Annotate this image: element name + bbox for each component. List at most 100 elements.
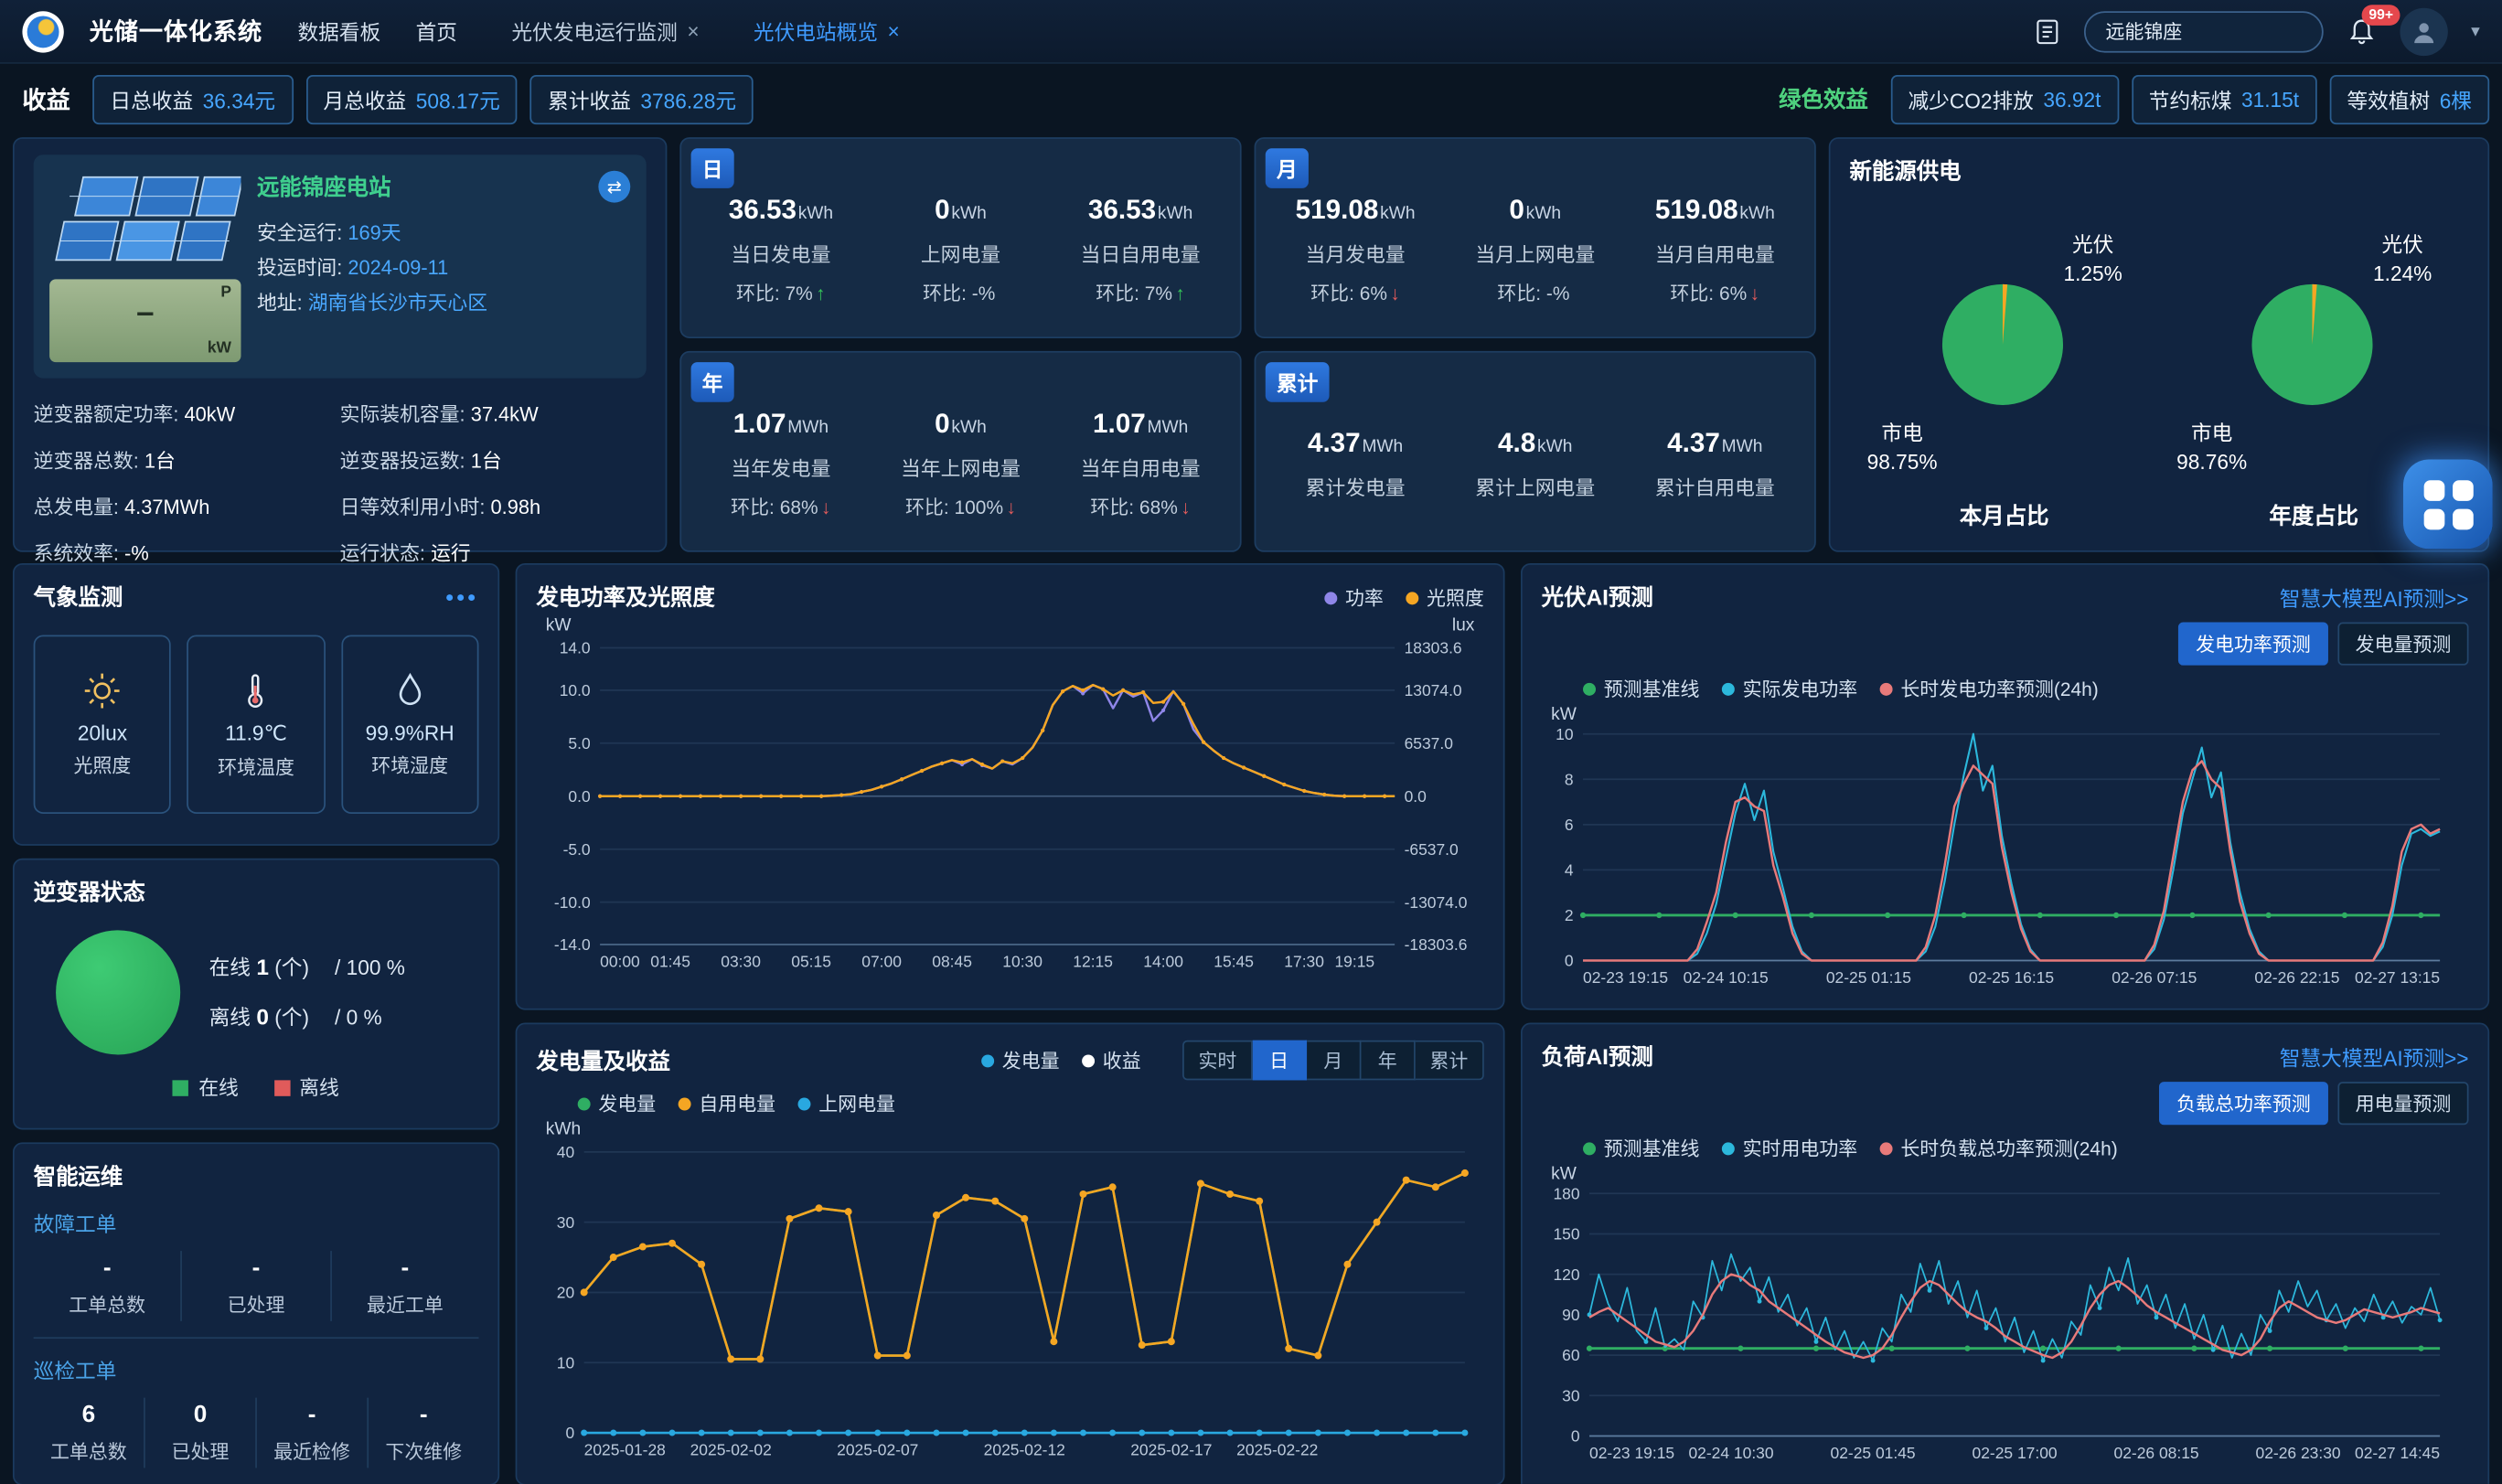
svg-text:01:45: 01:45 <box>650 952 690 970</box>
pie-caption: 本月占比 <box>1861 499 2148 531</box>
load-power-forecast-button[interactable]: 负载总功率预测 <box>2159 1082 2328 1125</box>
detail-row: 实际装机容量: 37.4kW <box>340 398 647 428</box>
svg-text:20: 20 <box>557 1284 575 1302</box>
svg-text:5.0: 5.0 <box>568 734 591 753</box>
y-axis-unit-right: lux <box>1452 616 1475 635</box>
svg-text:02-27 14:45: 02-27 14:45 <box>2355 1444 2440 1462</box>
legend-forecast-baseline[interactable]: 预测基准线 <box>1583 1135 1699 1162</box>
load-ai-forecast-panel: 负荷AI预测 智慧大模型AI预测>> 负载总功率预测 用电量预测 预测基准线 实… <box>1521 1023 2489 1484</box>
tab-day[interactable]: 日 <box>1253 1041 1307 1081</box>
avatar[interactable] <box>2400 7 2448 55</box>
svg-text:10: 10 <box>557 1353 575 1372</box>
tab-year[interactable]: 年 <box>1361 1041 1415 1081</box>
legend-self-use[interactable]: 自用电量 <box>679 1090 775 1117</box>
chevron-down-icon[interactable]: ▾ <box>2471 21 2480 42</box>
y-axis-unit-left: kW <box>546 616 572 635</box>
detail-row: 逆变器投运数: 1台 <box>340 443 647 474</box>
search-input[interactable] <box>2085 10 2325 51</box>
svg-text:120: 120 <box>1553 1265 1579 1284</box>
panel-title: 智能运维 <box>34 1160 479 1192</box>
legend-24h-forecast[interactable]: 长时发电功率预测(24h) <box>1880 675 2099 702</box>
legend-forecast-baseline[interactable]: 预测基准线 <box>1583 675 1699 702</box>
svg-text:02-25 16:15: 02-25 16:15 <box>1969 968 2054 987</box>
tab-month[interactable]: 月 <box>1307 1041 1361 1081</box>
report-icon[interactable] <box>2034 16 2062 45</box>
legend-offline[interactable]: 离线 <box>273 1071 339 1101</box>
svg-text:2025-02-22: 2025-02-22 <box>1236 1440 1318 1458</box>
svg-text:00:00: 00:00 <box>600 952 640 970</box>
more-icon[interactable]: ••• <box>445 584 478 610</box>
svg-text:19:15: 19:15 <box>1334 952 1374 970</box>
svg-text:02-23 19:15: 02-23 19:15 <box>1589 1444 1674 1462</box>
navbar: 光储一体化系统 数据看板 首页 光伏发电运行监测 × 光伏电站概览 × 99+ <box>0 0 2502 64</box>
legend-actual-power[interactable]: 实际发电功率 <box>1722 675 1857 702</box>
detail-row: 逆变器总数: 1台 <box>34 443 340 474</box>
svg-text:60: 60 <box>1562 1346 1580 1364</box>
power-irradiance-panel: 发电功率及光照度 功率 光照度 kW lux 14.010.05.00.0-5.… <box>516 563 1505 1010</box>
close-icon[interactable]: × <box>888 19 900 43</box>
sun-icon <box>81 670 123 711</box>
card-badge-year: 年 <box>691 362 734 402</box>
svg-text:4: 4 <box>1565 860 1574 879</box>
legend-irradiance[interactable]: 光照度 <box>1406 583 1484 611</box>
kpi-row: 收益 日总收益36.34元 月总收益508.17元 累计收益3786.28元 绿… <box>13 72 2489 126</box>
legend-24h-load-forecast[interactable]: 长时负载总功率预测(24h) <box>1880 1135 2118 1162</box>
svg-text:02-24 10:15: 02-24 10:15 <box>1684 968 1769 987</box>
grid-share-label: 市电98.76% <box>2176 420 2247 477</box>
power-forecast-button[interactable]: 发电功率预测 <box>2178 623 2328 666</box>
tab-pv-station-overview[interactable]: 光伏电站概览 × <box>754 16 900 46</box>
svg-text:02-24 10:30: 02-24 10:30 <box>1688 1444 1773 1462</box>
app-logo-icon <box>22 10 63 51</box>
svg-text:-18303.6: -18303.6 <box>1405 935 1468 954</box>
svg-text:02-26 22:15: 02-26 22:15 <box>2254 968 2339 987</box>
refresh-icon[interactable]: ⇄ <box>598 171 630 203</box>
grid-icon <box>2423 479 2473 528</box>
svg-text:2025-02-17: 2025-02-17 <box>1130 1440 1212 1458</box>
tab-pv-operation-monitor[interactable]: 光伏发电运行监测 × <box>511 16 699 46</box>
nav-item-home[interactable]: 首页 <box>416 16 457 46</box>
svg-text:30: 30 <box>557 1213 575 1232</box>
illuminance-box: 20lux 光照度 <box>34 635 172 814</box>
legend-generation-toggle[interactable]: 发电量 <box>981 1047 1060 1074</box>
pv-share-label: 光伏1.25% <box>2064 231 2122 289</box>
consumption-forecast-button[interactable]: 用电量预测 <box>2337 1082 2468 1125</box>
metric-daily-grid-export: 0kWh 上网电量 环比: -% <box>871 195 1051 306</box>
ai-model-link[interactable]: 智慧大模型AI预测>> <box>2280 1041 2469 1072</box>
energy-forecast-button[interactable]: 发电量预测 <box>2337 623 2468 666</box>
quick-menu-button[interactable] <box>2403 460 2493 550</box>
svg-text:02-25 01:45: 02-25 01:45 <box>1831 1444 1916 1462</box>
svg-text:02-26 23:30: 02-26 23:30 <box>2256 1444 2341 1462</box>
svg-text:2025-02-12: 2025-02-12 <box>984 1440 1065 1458</box>
svg-text:0.0: 0.0 <box>568 787 591 806</box>
temperature-box: 11.9℃ 环境温度 <box>187 635 326 814</box>
revenue-section-title: 收益 <box>22 82 70 116</box>
legend-online[interactable]: 在线 <box>173 1071 239 1101</box>
offline-stat: 离线 0 (个)/ 0 % <box>209 993 405 1042</box>
nav-item-data-board[interactable]: 数据看板 <box>297 16 380 46</box>
svg-text:-10.0: -10.0 <box>554 893 591 912</box>
ai-model-link[interactable]: 智慧大模型AI预测>> <box>2280 582 2469 612</box>
metric-monthly-generation: 519.08kWh 当月发电量 环比: 6%↓ <box>1266 195 1446 306</box>
legend-revenue-toggle[interactable]: 收益 <box>1082 1047 1141 1074</box>
notification-bell-icon[interactable]: 99+ <box>2347 16 2379 48</box>
co2-reduction-pill: 减少CO2排放36.92t <box>1890 74 2118 123</box>
svg-text:02-25 01:15: 02-25 01:15 <box>1826 968 1911 987</box>
close-icon[interactable]: × <box>687 19 699 43</box>
station-address: 地址: 湖南省长沙市天心区 <box>257 285 630 320</box>
trend-down-icon: ↓ <box>1007 496 1016 518</box>
svg-text:2: 2 <box>1565 906 1574 924</box>
svg-text:0: 0 <box>565 1424 574 1442</box>
tab-total[interactable]: 累计 <box>1416 1041 1484 1081</box>
svg-text:10.0: 10.0 <box>560 681 591 699</box>
svg-text:-6537.0: -6537.0 <box>1405 840 1459 859</box>
inverter-status-donut <box>56 931 180 1055</box>
tab-realtime[interactable]: 实时 <box>1182 1041 1253 1081</box>
svg-text:12:15: 12:15 <box>1073 952 1113 970</box>
legend-power[interactable]: 功率 <box>1324 583 1384 611</box>
legend-grid-export[interactable]: 上网电量 <box>798 1090 895 1117</box>
legend-realtime-load[interactable]: 实时用电功率 <box>1722 1135 1857 1162</box>
humidity-box: 99.9%RH 环境湿度 <box>341 635 479 814</box>
load-ai-forecast-chart: 030609012015018002-23 19:1502-24 10:3002… <box>1542 1184 2456 1468</box>
legend-generation[interactable]: 发电量 <box>578 1090 657 1117</box>
svg-text:180: 180 <box>1553 1184 1579 1202</box>
